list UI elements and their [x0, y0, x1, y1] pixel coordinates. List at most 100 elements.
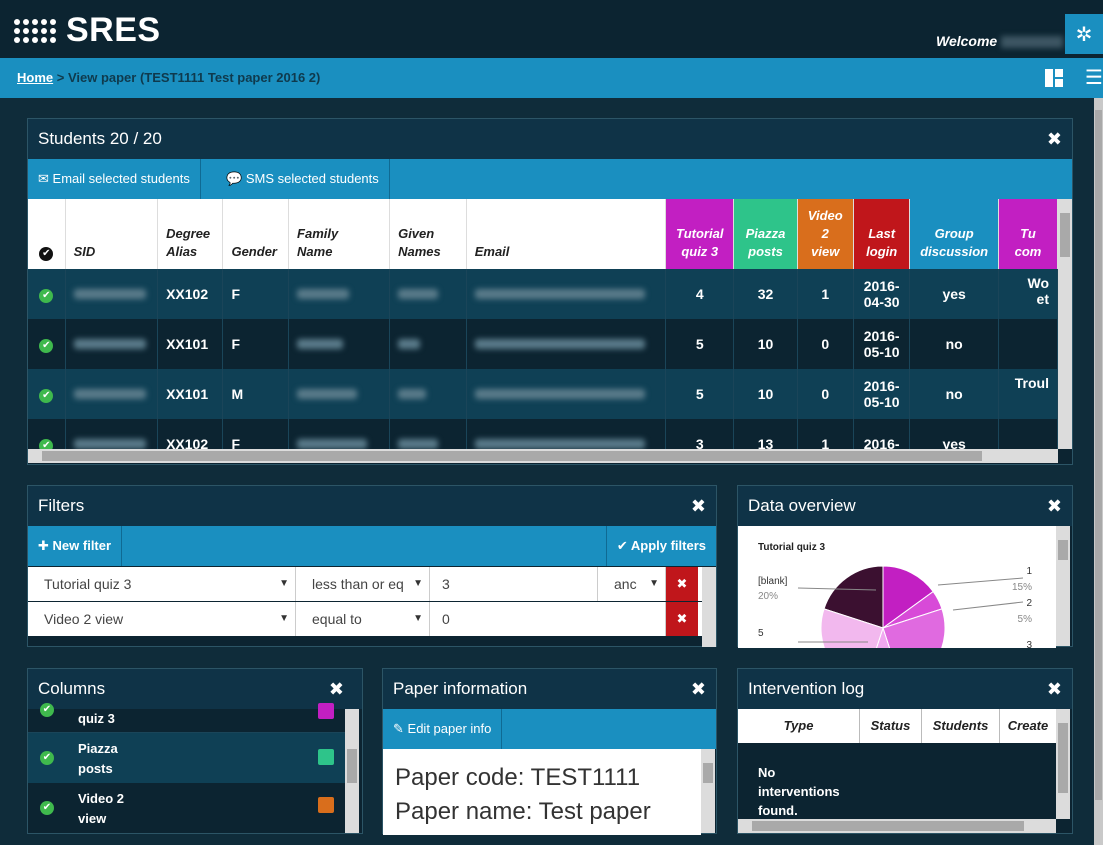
col-group-discussion[interactable]: Group discussion	[909, 199, 999, 269]
dropdown-caret-icon: ▼	[413, 613, 423, 624]
column-item[interactable]: ✔ quiz 3	[28, 703, 345, 733]
row-select-cell[interactable]: ✔	[28, 319, 66, 369]
blurred-username	[1001, 36, 1064, 49]
col-piazza-posts[interactable]: Piazza posts	[733, 199, 798, 269]
group-cell: no	[909, 369, 999, 419]
paper-toolbar: ✎ Edit paper info	[383, 709, 716, 749]
col-email[interactable]: Email	[466, 199, 667, 269]
filters-toolbar: ✚ New filter ✔ Apply filters	[28, 526, 716, 566]
col-family-name[interactable]: Family Name	[288, 199, 391, 269]
intervention-horizontal-scrollbar[interactable]	[738, 819, 1056, 833]
pie-chart-area: Tutorial quiz 3 [blank] 20% 1 15% 2 5% 5…	[738, 526, 1056, 648]
students-vertical-scrollbar[interactable]	[1058, 199, 1072, 449]
gender-cell: M	[222, 369, 290, 419]
paper-code: Paper code: TEST1111	[395, 764, 641, 791]
row-select-cell[interactable]: ✔	[28, 269, 66, 319]
close-icon[interactable]: ✖	[691, 496, 706, 517]
students-horizontal-scrollbar[interactable]	[28, 449, 1058, 463]
close-icon[interactable]: ✖	[1047, 496, 1062, 517]
filter-value-input[interactable]: 3	[430, 567, 598, 601]
login-cell: 2016- 05-10	[853, 369, 911, 419]
breadcrumb-current: > View paper (TEST1111 Test paper 2016 2…	[53, 70, 321, 85]
remove-filter-button[interactable]: ✖	[666, 567, 698, 601]
edit-paper-info-button[interactable]: ✎ Edit paper info	[383, 709, 503, 749]
close-icon[interactable]: ✖	[1047, 679, 1062, 700]
new-filter-button[interactable]: ✚ New filter	[28, 526, 123, 566]
select-all-header[interactable]: ✔	[28, 199, 66, 269]
col-family-label-1: Family	[297, 226, 339, 241]
col-type[interactable]: Type	[738, 709, 860, 743]
settings-button[interactable]: ✲	[1065, 14, 1103, 54]
paper-details: Paper code: TEST1111 Paper name: Test pa…	[383, 749, 701, 835]
welcome-label: Welcome	[936, 33, 998, 49]
col-last-login[interactable]: Last login	[853, 199, 911, 269]
given-names-cell	[389, 319, 467, 369]
col-video-2-view[interactable]: Video 2 view	[797, 199, 854, 269]
dropdown-caret-icon: ▼	[413, 578, 423, 589]
col-created[interactable]: Create	[1000, 709, 1056, 743]
close-icon[interactable]: ✖	[691, 679, 706, 700]
group-cell: yes	[909, 269, 999, 319]
email-selected-button[interactable]: ✉ Email selected students	[28, 159, 201, 199]
remove-filter-button[interactable]: ✖	[666, 602, 698, 636]
col-degree-alias[interactable]: Degree Alias	[157, 199, 224, 269]
breadcrumb-home-link[interactable]: Home	[17, 70, 53, 85]
gender-cell: F	[222, 319, 290, 369]
table-row[interactable]: ✔ XX101 F 5 10 0 2016- 05-10 no	[28, 319, 1058, 369]
breadcrumb: Home > View paper (TEST1111 Test paper 2…	[17, 70, 320, 85]
close-icon[interactable]: ✖	[1047, 129, 1062, 150]
page-scrollbar[interactable]	[1094, 98, 1103, 845]
intervention-vertical-scrollbar[interactable]	[1056, 709, 1070, 819]
col-sid[interactable]: SID	[65, 199, 159, 269]
filters-panel-title: Filters	[28, 486, 716, 526]
overview-scrollbar[interactable]	[1056, 526, 1070, 646]
login-part-2: 05-10	[863, 344, 900, 360]
students-table-wrapper: ✔ SID Degree Alias Gender Family Name Give…	[28, 199, 1058, 449]
apply-filters-button[interactable]: ✔ Apply filters	[605, 526, 716, 566]
col-given-names[interactable]: Given Names	[389, 199, 467, 269]
filter-operator-select[interactable]: less than or eq ▼	[296, 567, 430, 601]
col-ll-label-1: Last	[868, 226, 896, 241]
filter-join-select[interactable]: anc ▼	[598, 567, 666, 601]
column-item[interactable]: ✔ Video 2 view	[28, 783, 345, 833]
close-icon[interactable]: ✖	[329, 679, 344, 700]
table-row[interactable]: ✔ XX102 F 3 13 1 2016- yes	[28, 419, 1058, 449]
filters-scrollbar[interactable]	[702, 567, 716, 647]
col-tutorial-quiz-3[interactable]: Tutorial quiz 3	[665, 199, 735, 269]
filter-column-select[interactable]: Tutorial quiz 3 ▼	[28, 567, 296, 601]
col-students[interactable]: Students	[922, 709, 1000, 743]
empty-line-3: found.	[758, 803, 798, 818]
video-cell: 0	[797, 369, 854, 419]
col-status[interactable]: Status	[860, 709, 922, 743]
app-logo[interactable]: SRES	[14, 11, 161, 50]
layout-icon[interactable]	[1045, 69, 1063, 87]
filter-value: 3	[442, 576, 450, 592]
students-panel: Students 20 / 20 ✖ ✉ Email selected stud…	[27, 118, 1073, 465]
columns-scrollbar[interactable]	[345, 709, 359, 833]
alias-cell: XX102	[157, 269, 224, 319]
filter-column-select[interactable]: Video 2 view ▼	[28, 602, 296, 636]
students-panel-title: Students 20 / 20	[28, 119, 1072, 159]
col-sid-label: SID	[73, 244, 96, 259]
label-3: 3	[1026, 640, 1032, 648]
row-select-cell[interactable]: ✔	[28, 369, 66, 419]
filter-value-input[interactable]: 0	[430, 602, 666, 636]
column-item[interactable]: ✔ Piazza posts	[28, 733, 345, 783]
row-select-cell[interactable]: ✔	[28, 419, 66, 449]
table-row[interactable]: ✔ XX101 M 5 10 0 2016- 05-10 no Troul	[28, 369, 1058, 419]
sid-cell	[65, 419, 159, 449]
sms-selected-button[interactable]: 💬 SMS selected students	[216, 159, 390, 199]
filter-column-value: Video 2 view	[44, 611, 124, 627]
hamburger-menu-icon[interactable]: ☰	[1085, 68, 1103, 88]
alias-cell: XX101	[157, 369, 224, 419]
paper-scrollbar[interactable]	[701, 749, 715, 833]
sid-cell	[65, 269, 159, 319]
col-tutor-comment[interactable]: Tu com	[998, 199, 1058, 269]
dropdown-caret-icon: ▼	[279, 578, 289, 589]
table-row[interactable]: ✔ XX102 F 4 32 1 2016- 04-30 yes Wo et	[28, 269, 1058, 319]
col-gender[interactable]: Gender	[222, 199, 290, 269]
check-circle-icon: ✔	[40, 703, 54, 717]
login-part-1: 2016-	[863, 328, 900, 344]
label-2-pct: 5%	[1018, 614, 1033, 625]
filter-operator-select[interactable]: equal to ▼	[296, 602, 430, 636]
